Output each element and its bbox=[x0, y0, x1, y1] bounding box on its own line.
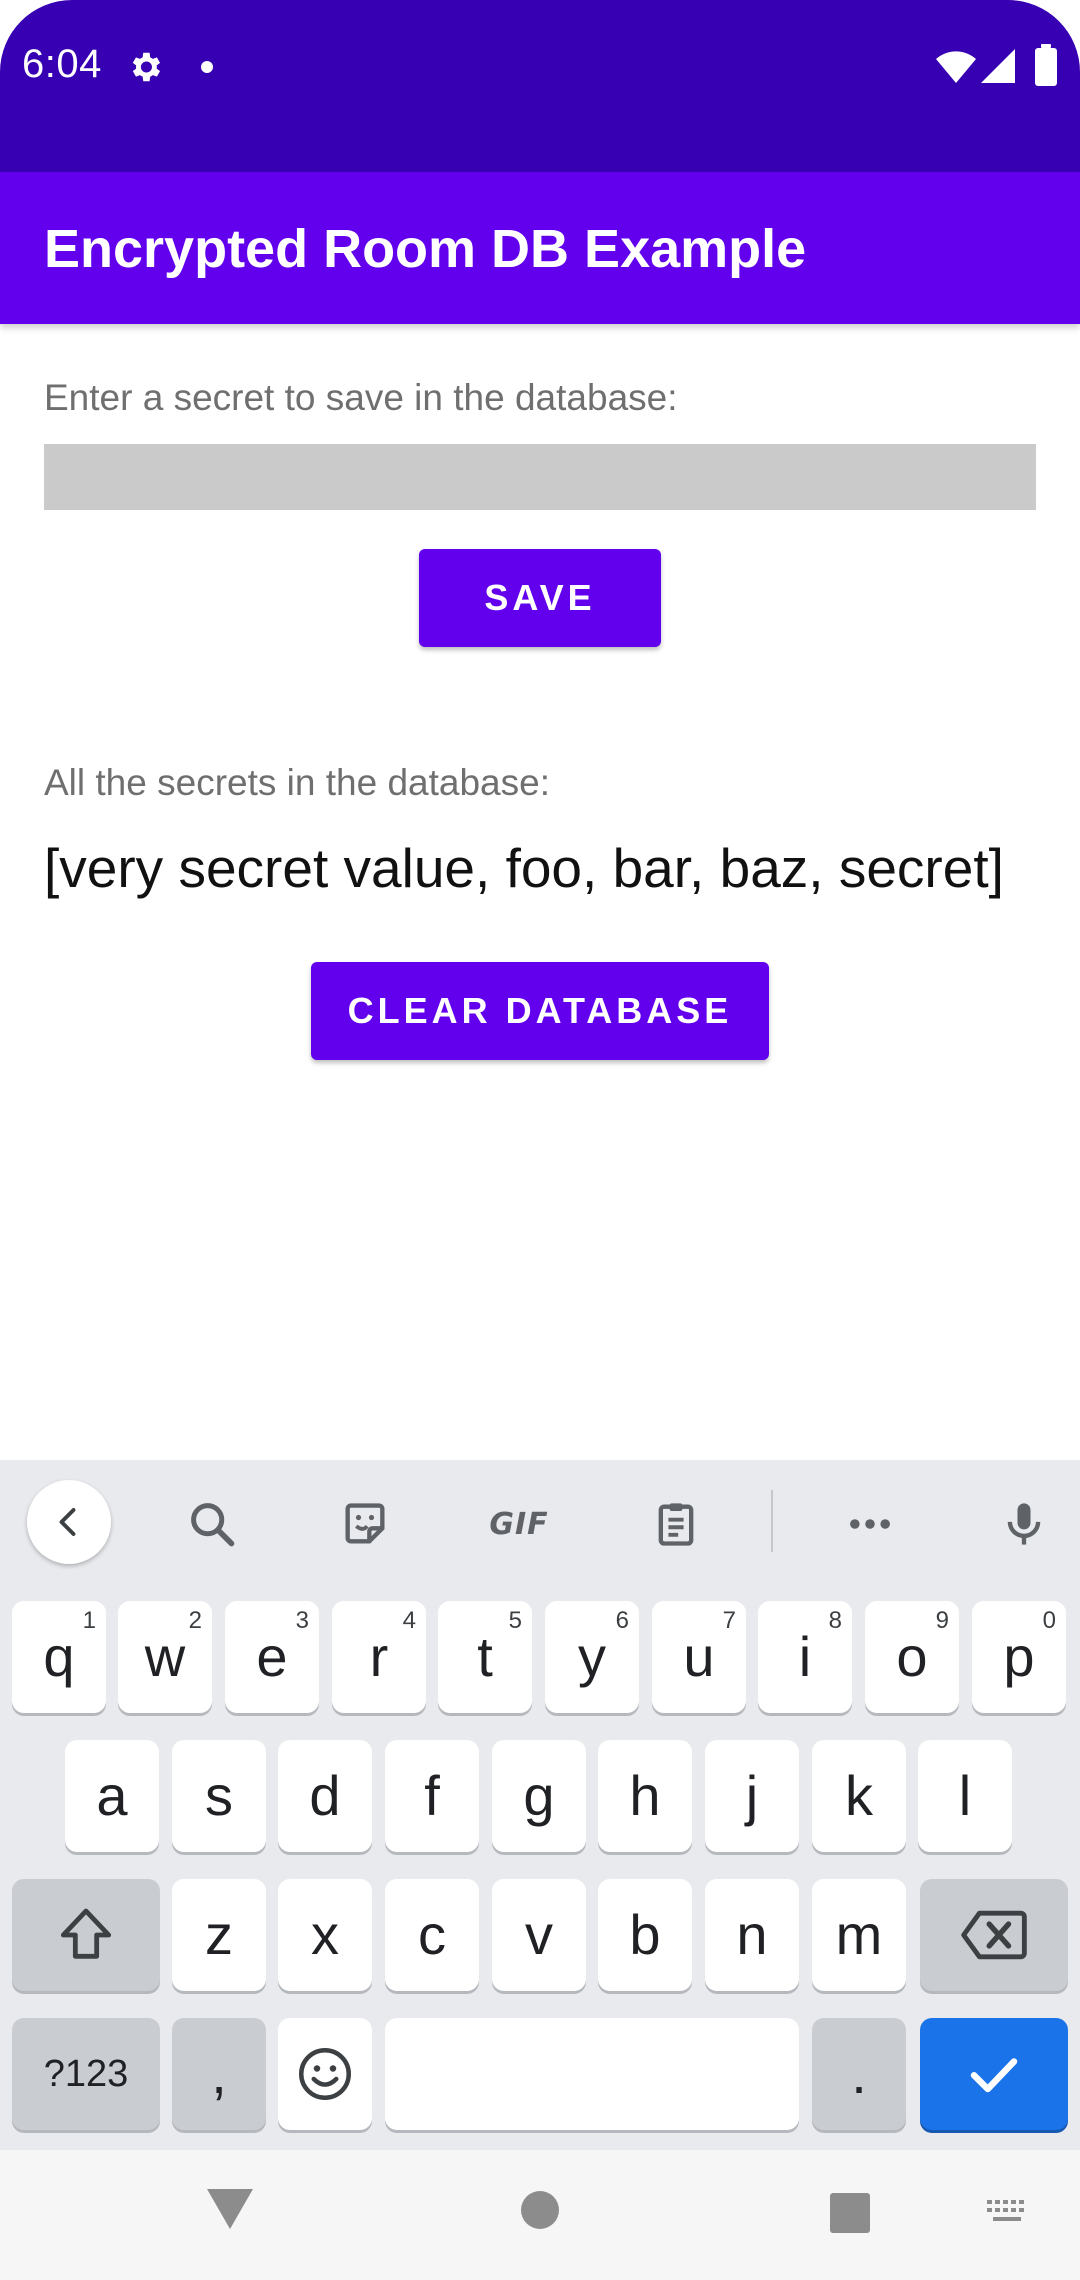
backspace-key[interactable] bbox=[920, 1879, 1068, 1991]
more-options-button[interactable] bbox=[828, 1482, 912, 1566]
keyboard-toolbar: GIF bbox=[0, 1460, 1080, 1584]
key-l[interactable]: l bbox=[918, 1740, 1012, 1852]
keyboard-switch-icon[interactable] bbox=[985, 2198, 1029, 2226]
key-d[interactable]: d bbox=[278, 1740, 372, 1852]
shift-key[interactable] bbox=[12, 1879, 160, 1991]
key-n[interactable]: n bbox=[705, 1879, 799, 1991]
key-x[interactable]: x bbox=[278, 1879, 372, 1991]
input-label: Enter a secret to save in the database: bbox=[44, 377, 678, 418]
save-button[interactable]: SAVE bbox=[419, 549, 661, 647]
key-v[interactable]: v bbox=[492, 1879, 586, 1991]
shift-icon bbox=[60, 1908, 112, 1959]
key-g[interactable]: g bbox=[492, 1740, 586, 1852]
gear-icon bbox=[132, 52, 161, 82]
key-f[interactable]: f bbox=[385, 1740, 479, 1852]
wifi-icon bbox=[936, 51, 976, 83]
navigation-bar bbox=[0, 2150, 1080, 2280]
clipboard-icon bbox=[658, 1503, 694, 1546]
comma-key[interactable]: , bbox=[172, 2018, 266, 2130]
key-m[interactable]: m bbox=[812, 1879, 906, 1991]
key-p[interactable]: p0 bbox=[972, 1601, 1066, 1713]
recents-square-icon[interactable] bbox=[829, 2192, 871, 2234]
key-j[interactable]: j bbox=[705, 1740, 799, 1852]
key-o[interactable]: o9 bbox=[865, 1601, 959, 1713]
notification-dot-icon bbox=[201, 61, 213, 73]
chevron-left-icon bbox=[59, 1508, 76, 1536]
status-bar: 6:04 bbox=[0, 0, 1080, 172]
key-w[interactable]: w2 bbox=[118, 1601, 212, 1713]
status-time: 6:04 bbox=[22, 42, 102, 86]
search-button[interactable] bbox=[170, 1482, 254, 1566]
key-q[interactable]: q1 bbox=[12, 1601, 106, 1713]
key-z[interactable]: z bbox=[172, 1879, 266, 1991]
signal-icon bbox=[981, 49, 1015, 83]
clear-database-button[interactable]: CLEAR DATABASE bbox=[311, 962, 769, 1060]
keyboard: GIF q1 w2 e3 r4 t5 y6 u7 i8 o9 p0 a s d … bbox=[0, 1460, 1080, 2150]
check-icon bbox=[970, 2058, 1018, 2093]
microphone-icon bbox=[1007, 1503, 1041, 1545]
screen: 6:04 Encrypted Room DB Example Enter a s… bbox=[0, 0, 1080, 2280]
key-b[interactable]: b bbox=[598, 1879, 692, 1991]
key-y[interactable]: y6 bbox=[545, 1601, 639, 1713]
secret-input[interactable] bbox=[44, 444, 1036, 510]
app-bar: Encrypted Room DB Example bbox=[0, 172, 1080, 324]
backspace-icon bbox=[961, 1910, 1027, 1960]
back-triangle-icon[interactable] bbox=[205, 2186, 255, 2232]
key-a[interactable]: a bbox=[65, 1740, 159, 1852]
key-e[interactable]: e3 bbox=[225, 1601, 319, 1713]
more-icon bbox=[850, 1519, 890, 1529]
period-key[interactable]: . bbox=[812, 2018, 906, 2130]
sticker-icon bbox=[345, 1503, 385, 1544]
key-k[interactable]: k bbox=[812, 1740, 906, 1852]
gif-icon: GIF bbox=[489, 1506, 549, 1542]
sticker-button[interactable] bbox=[323, 1482, 407, 1566]
search-icon bbox=[191, 1503, 235, 1547]
emoji-key[interactable] bbox=[278, 2018, 372, 2130]
app-title: Encrypted Room DB Example bbox=[44, 219, 807, 279]
emoji-icon bbox=[299, 2048, 351, 2100]
clipboard-button[interactable] bbox=[634, 1482, 718, 1566]
key-t[interactable]: t5 bbox=[438, 1601, 532, 1713]
symbols-key[interactable]: ?123 bbox=[12, 2018, 160, 2130]
enter-key[interactable] bbox=[920, 2018, 1068, 2130]
key-c[interactable]: c bbox=[385, 1879, 479, 1991]
key-u[interactable]: u7 bbox=[652, 1601, 746, 1713]
key-h[interactable]: h bbox=[598, 1740, 692, 1852]
home-circle-icon[interactable] bbox=[520, 2190, 560, 2230]
gif-button[interactable]: GIF bbox=[477, 1482, 561, 1566]
voice-input-button[interactable] bbox=[982, 1482, 1066, 1566]
key-s[interactable]: s bbox=[172, 1740, 266, 1852]
space-key[interactable] bbox=[385, 2018, 799, 2130]
battery-icon bbox=[1035, 44, 1057, 86]
key-i[interactable]: i8 bbox=[758, 1601, 852, 1713]
toolbar-divider bbox=[771, 1490, 773, 1552]
secrets-list-label: All the secrets in the database: bbox=[44, 762, 550, 803]
secrets-list: [very secret value, foo, bar, baz, secre… bbox=[44, 837, 1004, 899]
collapse-toolbar-button[interactable] bbox=[27, 1480, 111, 1564]
key-r[interactable]: r4 bbox=[332, 1601, 426, 1713]
